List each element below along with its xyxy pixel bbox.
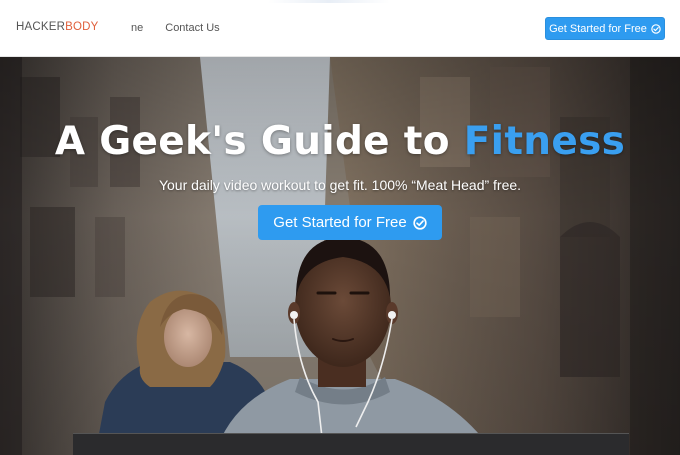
hero-title: A Geek's Guide to Fitness — [0, 119, 680, 164]
check-circle-icon — [413, 215, 427, 230]
brand-logo-part1: HACKER — [16, 21, 66, 33]
hero-title-main: A Geek's Guide to — [54, 119, 464, 164]
header-sliver — [268, 0, 390, 3]
hero-title-accent: Fitness — [463, 119, 626, 164]
hero-background-image — [0, 57, 680, 455]
bottom-panel-edge — [73, 433, 629, 455]
hero-get-started-label: Get Started for Free — [273, 214, 407, 231]
hero-get-started-button[interactable]: Get Started for Free — [258, 205, 442, 240]
nav-links: ne Contact Us — [131, 22, 220, 34]
hero-section: A Geek's Guide to Fitness Your daily vid… — [0, 57, 680, 455]
header-get-started-label: Get Started for Free — [549, 22, 647, 35]
brand-logo[interactable]: HACKERBODY — [16, 21, 99, 33]
nav-link-ne[interactable]: ne — [131, 22, 143, 34]
top-navbar: HACKERBODY ne Contact Us Get Started for… — [0, 0, 680, 57]
hero-subtitle: Your daily video workout to get fit. 100… — [158, 177, 522, 193]
check-circle-icon — [651, 23, 661, 34]
header-get-started-button[interactable]: Get Started for Free — [545, 17, 665, 40]
nav-link-contact-us[interactable]: Contact Us — [165, 22, 219, 34]
brand-logo-part2: BODY — [65, 21, 99, 33]
